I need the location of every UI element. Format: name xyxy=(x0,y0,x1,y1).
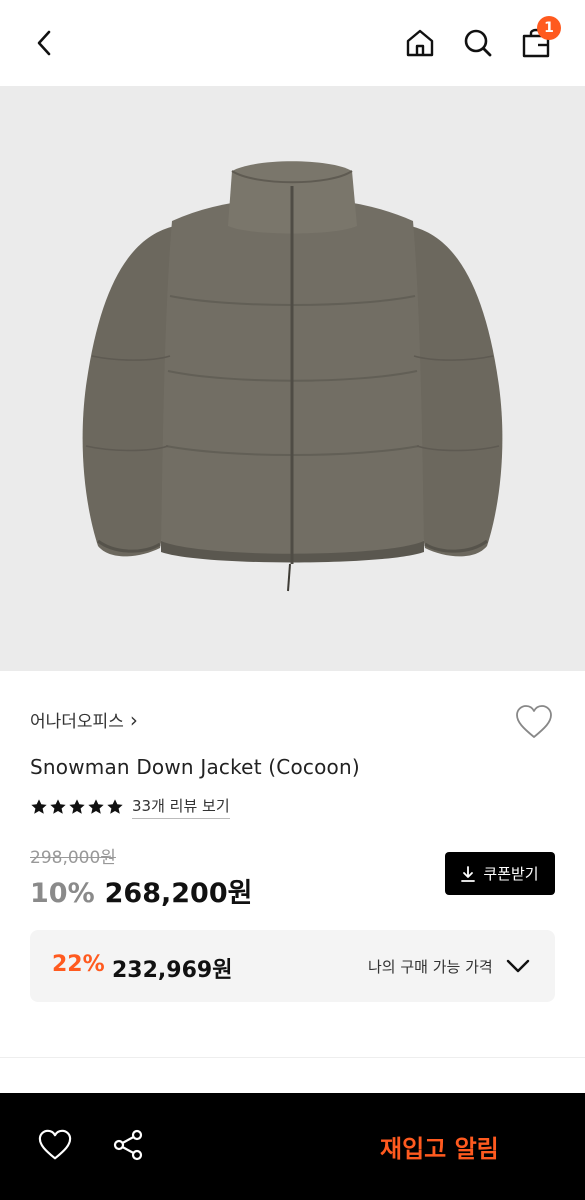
share-button[interactable] xyxy=(106,1123,150,1167)
chevron-right-icon: › xyxy=(129,707,138,732)
coupon-download-button[interactable]: 쿠폰받기 xyxy=(445,852,555,895)
sale-price: 268,200원 xyxy=(104,878,253,909)
my-purchase-price-box[interactable]: 22% 232,969원 나의 구매 가능 가격 xyxy=(30,930,555,1002)
share-icon xyxy=(113,1129,143,1161)
chevron-left-icon xyxy=(37,30,51,56)
product-image[interactable] xyxy=(0,86,585,671)
star-icon xyxy=(107,799,123,814)
star-icon xyxy=(69,799,85,814)
brand-name: 어나더오피스 xyxy=(30,712,124,732)
chevron-down-icon[interactable] xyxy=(504,952,532,980)
star-icon xyxy=(31,799,47,814)
my-price-label[interactable]: 나의 구매 가능 가격 xyxy=(368,956,493,977)
product-title: Snowman Down Jacket (Cocoon) xyxy=(30,755,360,779)
down-jacket-illustration xyxy=(82,161,503,592)
home-button[interactable] xyxy=(397,20,443,66)
home-icon xyxy=(406,29,434,57)
discount-rate: 10% xyxy=(30,878,95,909)
my-discount-rate: 22% xyxy=(52,952,105,977)
rating-row: 33개 리뷰 보기 xyxy=(30,795,230,819)
download-icon xyxy=(461,865,476,882)
star-icon xyxy=(88,799,104,814)
original-price: 298,000원 xyxy=(30,848,116,868)
top-navigation-bar: 1 xyxy=(0,0,585,86)
heart-outline-icon xyxy=(38,1129,72,1160)
search-button[interactable] xyxy=(455,20,501,66)
search-icon xyxy=(464,29,492,57)
bottom-action-bar: 재입고 알림 xyxy=(0,1093,585,1200)
bottom-wishlist-button[interactable] xyxy=(33,1123,77,1167)
back-button[interactable] xyxy=(22,20,68,66)
price-row: 10% 268,200원 xyxy=(30,871,252,910)
section-divider xyxy=(0,1057,585,1058)
star-icon xyxy=(50,799,66,814)
review-link[interactable]: 33개 리뷰 보기 xyxy=(132,795,230,819)
heart-outline-icon xyxy=(516,705,552,738)
my-price: 232,969원 xyxy=(112,958,233,983)
cart-button[interactable]: 1 xyxy=(513,16,561,66)
restock-alert-button[interactable]: 재입고 알림 xyxy=(380,1129,499,1164)
brand-link[interactable]: 어나더오피스 › xyxy=(30,707,138,733)
star-rating xyxy=(30,798,124,816)
cart-count-badge: 1 xyxy=(537,16,561,40)
wishlist-button[interactable] xyxy=(513,701,555,743)
coupon-label: 쿠폰받기 xyxy=(483,865,539,883)
